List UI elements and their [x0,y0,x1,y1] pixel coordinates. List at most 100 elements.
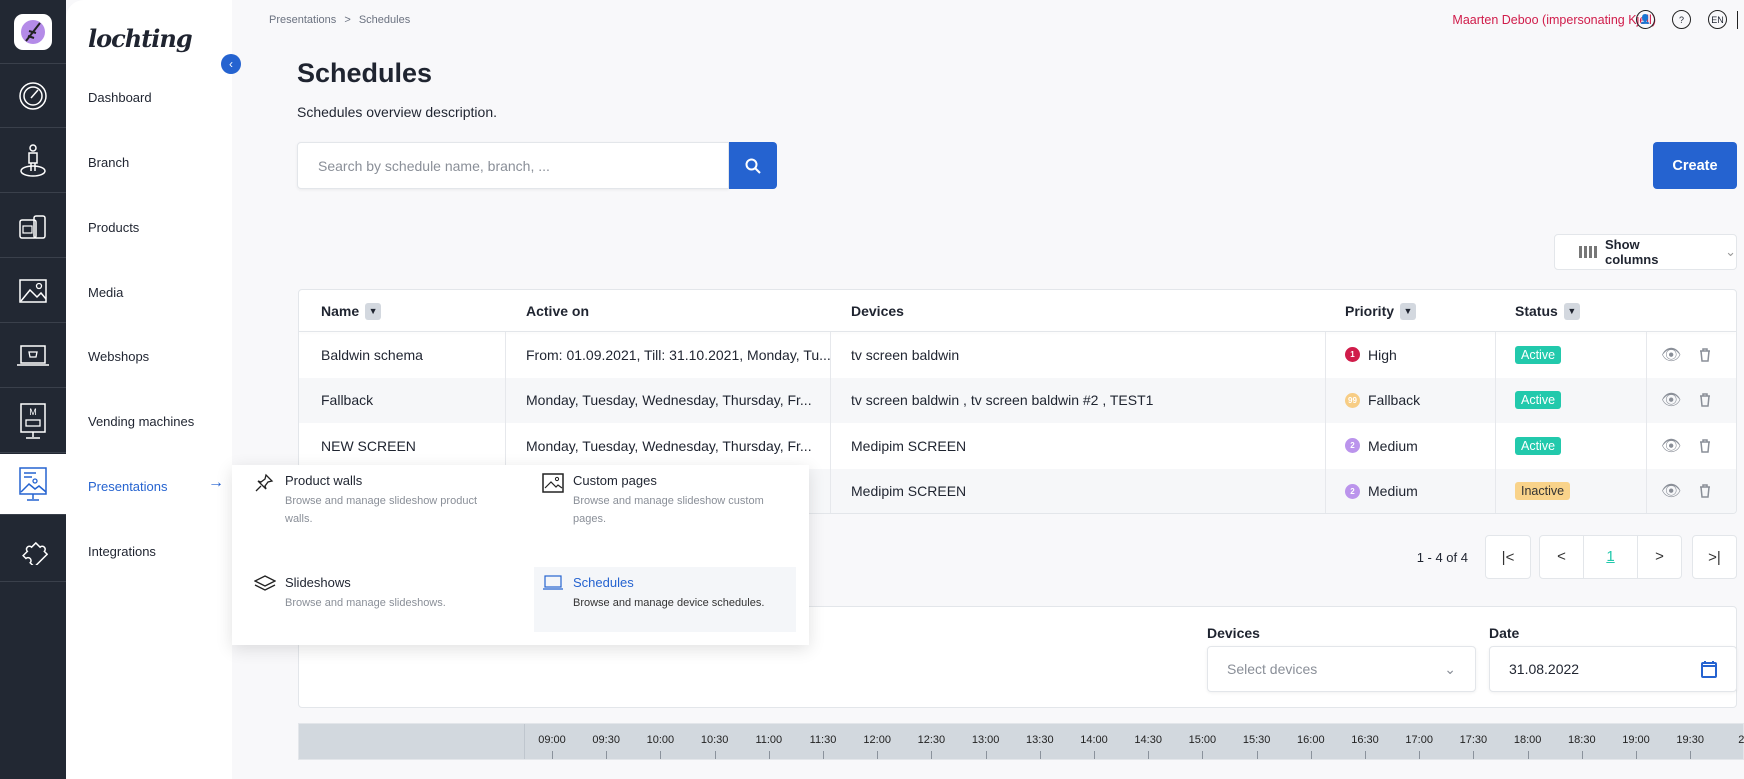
column-header-priority[interactable]: Priority ▼ [1345,290,1417,332]
column-header-active-on[interactable]: Active on [526,290,589,332]
presentation-icon [19,467,47,501]
eye-icon[interactable]: 👁 [1661,423,1681,469]
sidebar-item-webshops[interactable]: Webshops [88,349,149,364]
rail-vending-machines[interactable]: M [0,389,66,453]
create-button[interactable]: Create [1653,142,1737,189]
search-button[interactable] [729,142,777,189]
trash-icon[interactable] [1699,469,1711,514]
cell-priority: 1 High [1345,332,1397,378]
timeline-tick-mark [552,751,553,759]
submenu-item-product-walls[interactable]: Product walls Browse and manage slideshow… [232,465,494,530]
cell-status: Active [1515,378,1562,424]
rail-branch[interactable] [0,129,66,193]
schedule-timeline: 09:00 09:30 10:00 10:30 11:00 11:30 12:00 12:30… [298,723,1744,760]
table-row[interactable]: Fallback Monday, Tuesday, Wednesday, Thu… [299,377,1736,424]
cell-name: NEW SCREEN [321,437,416,454]
timeline-tick-mark [1202,751,1204,759]
filter-icon[interactable]: ▼ [1400,302,1417,320]
status-badge: Active [1515,436,1562,455]
timeline-tick-label: 10:00 [646,734,675,746]
sidebar-item-integrations[interactable]: Integrations [88,544,156,559]
column-header-name[interactable]: Name ▼ [321,290,382,332]
sidebar-item-products[interactable]: Products [88,220,139,235]
rail-integrations[interactable] [0,518,66,582]
cell-active-on: Monday, Tuesday, Wednesday, Thursday, Fr… [526,392,812,409]
icon-rail: M [0,0,66,779]
breadcrumb: Presentations > Schedules [269,14,410,26]
timeline-tick-mark [1039,751,1041,759]
timeline-tick-label: 09:30 [592,734,620,746]
trash-icon[interactable] [1699,378,1711,424]
show-columns-label: Show columns [1605,237,1659,267]
timeline-tick-mark [1094,751,1095,759]
submenu-title: Product walls [285,473,363,488]
prev-page-button[interactable]: < [1540,536,1584,578]
status-badge: Inactive [1515,482,1571,501]
timeline-tick-mark [1256,751,1258,759]
trash-icon[interactable] [1699,423,1711,469]
last-page-button[interactable]: >| [1692,535,1737,579]
submenu-description: Browse and manage slideshow product wall… [285,495,478,525]
timeline-tick-mark [768,751,770,759]
rail-webshops[interactable] [0,324,66,388]
submenu-description: Browse and manage device schedules. [573,597,765,609]
timeline-tick-mark [931,751,933,759]
submenu-item-schedules[interactable]: Schedules Browse and manage device schedu… [534,567,796,632]
chevron-down-icon: ⌄ [1444,660,1456,677]
sidebar-item-dashboard[interactable]: Dashboard [88,90,152,105]
trash-icon[interactable] [1699,332,1711,378]
rail-presentations[interactable] [0,454,66,515]
sidebar-item-vending-machines[interactable]: Vending machines [88,414,194,429]
app-logo[interactable] [0,0,66,64]
cell-priority: 2 Medium [1345,423,1418,469]
column-header-devices[interactable]: Devices [851,290,904,332]
vending-machine-icon: M [20,402,46,439]
next-page-button[interactable]: > [1637,536,1681,578]
devices-select[interactable]: Select devices ⌄ [1207,646,1476,692]
sidebar-item-branch[interactable]: Branch [88,155,129,170]
timeline-tick-mark [1473,751,1475,759]
sidebar-item-media[interactable]: Media [88,285,123,300]
bell-icon[interactable] [1737,11,1744,29]
table-row[interactable]: NEW SCREEN Monday, Tuesday, Wednesday, T… [299,423,1736,469]
breadcrumb-parent[interactable]: Presentations [269,14,336,26]
eye-icon[interactable]: 👁 [1661,469,1681,514]
cell-devices: tv screen baldwin [851,346,960,363]
user-name[interactable]: Maarten Deboo (impersonating Kjell) [1452,13,1656,27]
date-input[interactable]: 31.08.2022 [1489,646,1737,692]
rail-dashboard[interactable] [0,64,66,128]
calendar-icon[interactable] [1701,660,1717,678]
current-page[interactable]: 1 [1584,536,1637,578]
timeline-tick-mark [1419,751,1421,759]
eye-icon[interactable]: 👁 [1661,378,1681,424]
first-page-button[interactable]: |< [1485,535,1531,579]
eye-icon[interactable]: 👁 [1661,332,1681,378]
products-icon [19,214,46,239]
rail-media[interactable] [0,259,66,323]
collapse-sidebar-button[interactable]: ‹ [221,54,241,74]
submenu-item-custom-pages[interactable]: Custom pages Browse and manage slideshow … [520,465,782,530]
cell-status: Active [1515,332,1562,378]
filter-icon[interactable]: ▼ [1563,302,1580,320]
timeline-tick-mark [1636,751,1637,759]
timeline-tick-label: 19:30 [1676,734,1704,746]
filter-icon[interactable]: ▼ [365,302,382,320]
sidebar-item-presentations[interactable]: Presentations [88,479,168,494]
timeline-tick-label: 09:00 [538,734,566,746]
cell-name: Baldwin schema [321,346,423,363]
header-label: Priority [1345,303,1395,319]
language-selector[interactable]: EN [1708,10,1727,29]
cell-name: Fallback [321,392,374,409]
help-icon[interactable]: ? [1672,10,1691,29]
show-columns-button[interactable]: Show columns ⌄ [1554,234,1737,270]
submenu-item-slideshows[interactable]: Slideshows Browse and manage slideshows. [232,567,494,632]
rail-products[interactable] [0,194,66,258]
cell-devices: tv screen baldwin , tv screen baldwin #2… [851,392,1154,409]
column-header-status[interactable]: Status ▼ [1515,290,1580,332]
page-title: Schedules [297,58,433,88]
user-avatar-icon[interactable]: 👤 [1636,10,1655,29]
table-row[interactable]: Baldwin schema From: 01.09.2021, Till: 3… [299,332,1736,378]
timeline-tick-label: 14:00 [1080,734,1108,746]
search-input[interactable]: Search by schedule name, branch, ... [297,142,729,189]
date-value: 31.08.2022 [1509,661,1580,677]
